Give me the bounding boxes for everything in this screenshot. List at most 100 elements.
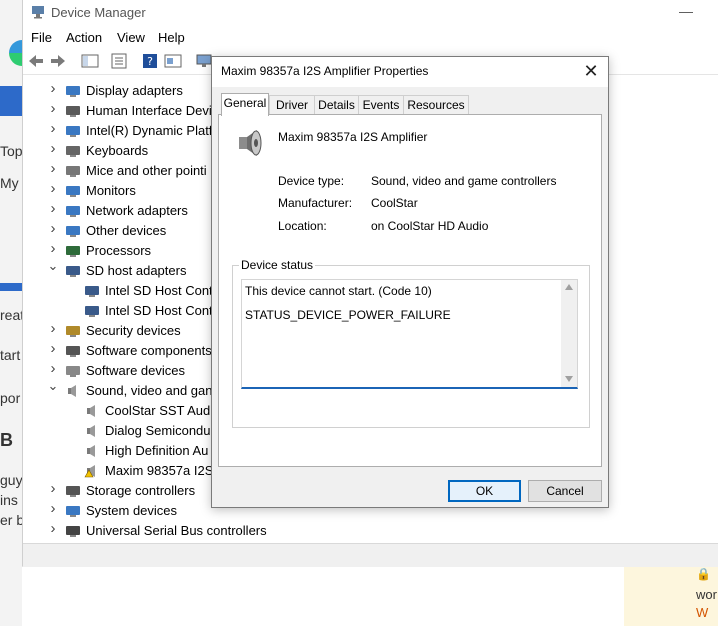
location-label: Location: (278, 219, 327, 233)
background-accent-bar (0, 283, 22, 291)
close-icon[interactable]: ✕ (580, 59, 602, 83)
chevron-down-icon[interactable]: ⌄ (47, 258, 59, 274)
chevron-right-icon[interactable]: › (47, 320, 59, 337)
tree-node-label: Intel(R) Dynamic Platfo (86, 123, 220, 138)
storage-icon (66, 486, 80, 497)
tree-node-label: Universal Serial Bus controllers (86, 523, 267, 538)
scroll-up-icon[interactable] (565, 284, 573, 290)
back-arrow-icon[interactable] (27, 53, 45, 69)
device-type-label: Device type: (278, 174, 345, 188)
background-app-left: Topi My f reat tart por B guy ins er b (0, 0, 35, 626)
properties-icon[interactable] (110, 53, 128, 69)
chevron-right-icon[interactable]: › (47, 200, 59, 217)
manufacturer-value: CoolStar (371, 196, 418, 210)
menu-file[interactable]: File (31, 30, 52, 45)
window-title: Device Manager (51, 5, 146, 20)
chevron-right-icon[interactable]: › (47, 140, 59, 157)
manufacturer-label: Manufacturer: (278, 196, 353, 210)
speaker-icon (87, 445, 95, 457)
menu-action[interactable]: Action (66, 30, 102, 45)
chevron-right-icon[interactable]: › (47, 80, 59, 97)
background-app-bottom (22, 566, 610, 627)
network-icon (66, 206, 80, 217)
speaker-icon (87, 405, 95, 417)
speaker-icon (87, 425, 95, 437)
status-line-error: STATUS_DEVICE_POWER_FAILURE (245, 308, 451, 322)
chevron-right-icon[interactable]: › (47, 100, 59, 117)
speaker-icon (239, 130, 262, 156)
system-icon (66, 506, 80, 517)
other-devices-icon (66, 226, 80, 237)
scan-hardware-icon[interactable] (164, 53, 182, 69)
chevron-right-icon[interactable]: › (47, 340, 59, 357)
device-status-group: Device status This device cannot start. … (232, 258, 590, 428)
chevron-right-icon[interactable]: › (47, 160, 59, 177)
location-value: on CoolStar HD Audio (371, 219, 489, 233)
tree-node-label: Processors (86, 243, 152, 258)
chevron-right-icon[interactable]: › (47, 240, 59, 257)
menu-help[interactable]: Help (158, 30, 185, 45)
background-text: por (0, 390, 21, 406)
background-text: W (696, 605, 709, 620)
background-text: B (0, 430, 13, 450)
tree-node-label: Display adapters (86, 83, 183, 98)
device-name: Maxim 98357a I2S Amplifier (278, 130, 428, 144)
tree-node-label: Human Interface Devic (86, 103, 219, 118)
tree-node-label: System devices (86, 503, 178, 518)
security-icon (66, 326, 80, 337)
chevron-down-icon[interactable]: ⌄ (47, 378, 59, 394)
background-text: ins (0, 492, 18, 508)
menu-view[interactable]: View (117, 30, 145, 45)
software-devices-icon (66, 366, 80, 377)
tree-node-label: Sound, video and gan (86, 383, 213, 398)
tree-node-label: CoolStar SST Audi (105, 403, 214, 418)
chevron-right-icon[interactable]: › (47, 480, 59, 497)
scroll-down-icon[interactable] (565, 376, 573, 382)
device-status-textbox[interactable]: This device cannot start. (Code 10) STAT… (241, 279, 578, 389)
tree-node-label: Storage controllers (86, 483, 196, 498)
status-scrollbar[interactable] (561, 280, 577, 387)
chevron-right-icon[interactable]: › (47, 220, 59, 237)
device-type-value: Sound, video and game controllers (371, 174, 557, 188)
display-adapter-icon (66, 86, 80, 97)
background-text: er b (0, 512, 25, 528)
ok-button[interactable]: OK (448, 480, 521, 502)
sd-device-icon (85, 306, 99, 317)
tree-node-label: Intel SD Host Cont (105, 303, 213, 318)
tree-node-label: Intel SD Host Cont (105, 283, 213, 298)
minimize-button[interactable]: — (679, 3, 693, 19)
general-tab-page: Maxim 98357a I2S Amplifier Device type: … (218, 114, 602, 467)
background-text: tart (0, 347, 21, 363)
tab-details[interactable]: Details (314, 95, 359, 114)
chevron-right-icon[interactable]: › (47, 520, 59, 537)
cancel-button[interactable]: Cancel (528, 480, 602, 502)
tree-node-label: Security devices (86, 323, 181, 338)
tab-events[interactable]: Events (358, 95, 404, 114)
speaker-icon (68, 385, 76, 397)
chevron-right-icon[interactable]: › (47, 360, 59, 377)
tree-node-label: Other devices (86, 223, 167, 238)
processor-icon (66, 246, 80, 257)
speaker-warning-icon (84, 465, 95, 478)
chevron-right-icon[interactable]: › (47, 180, 59, 197)
tab-resources[interactable]: Resources (403, 95, 469, 114)
sd-device-icon (85, 286, 99, 297)
tab-general[interactable]: General (221, 93, 269, 116)
chevron-right-icon[interactable]: › (47, 500, 59, 517)
status-line-code: This device cannot start. (Code 10) (245, 284, 432, 298)
tab-driver[interactable]: Driver (269, 95, 315, 114)
lock-icon: 🔒 (696, 567, 711, 581)
monitor-icon (66, 186, 80, 197)
forward-arrow-icon[interactable] (49, 53, 67, 69)
background-accent-block (0, 86, 22, 116)
device-manager-titlebar: Device Manager — (23, 0, 718, 26)
show-hide-tree-icon[interactable] (81, 53, 99, 69)
tree-node-label: SD host adapters (86, 263, 187, 278)
tree-node-label: Monitors (86, 183, 136, 198)
platform-icon (66, 126, 80, 137)
sd-host-icon (66, 266, 80, 277)
help-icon[interactable]: ? (141, 53, 159, 69)
tree-node-label: Software devices (86, 363, 185, 378)
tree-node-label: Mice and other pointi (86, 163, 207, 178)
chevron-right-icon[interactable]: › (47, 120, 59, 137)
